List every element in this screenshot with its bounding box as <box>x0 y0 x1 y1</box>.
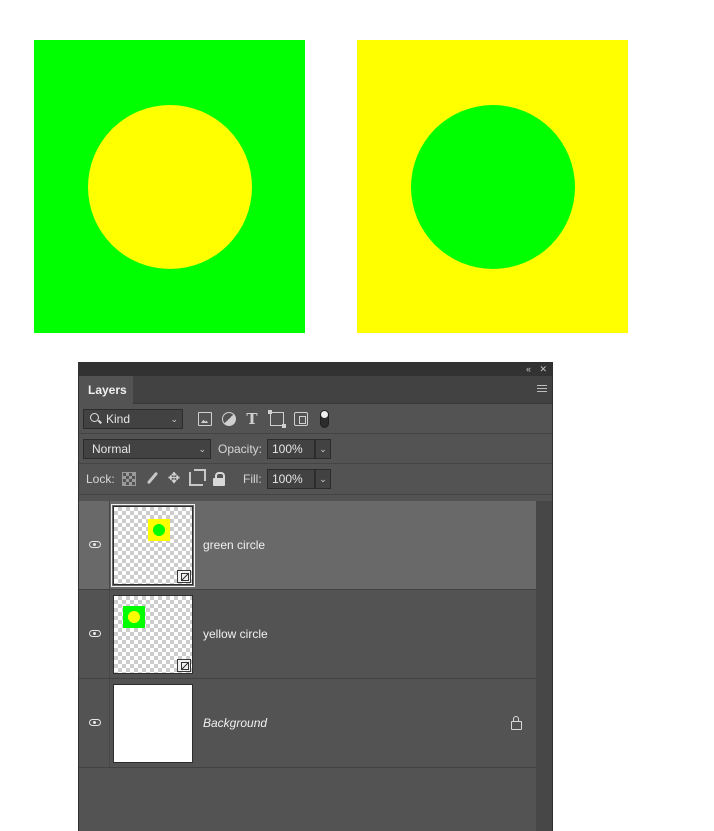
lock-label: Lock: <box>86 472 115 486</box>
visibility-toggle[interactable] <box>79 679 110 767</box>
layer-name[interactable]: yellow circle <box>203 626 268 642</box>
layer-name[interactable]: green circle <box>203 537 265 553</box>
layer-name[interactable]: Background <box>203 715 267 731</box>
filter-row: Kind ⌄ T <box>79 404 552 434</box>
smart-object-badge-icon <box>177 659 191 672</box>
eye-icon <box>89 630 101 637</box>
lock-artboard-icon[interactable] <box>189 469 206 486</box>
lock-transparent-pixels-icon[interactable] <box>122 472 136 486</box>
fill-value: 100% <box>272 472 303 486</box>
lock-position-icon[interactable]: ✥ <box>167 471 181 486</box>
lock-icon <box>511 716 522 730</box>
close-icon[interactable]: ✕ <box>539 363 547 376</box>
chevron-down-icon: ⌄ <box>170 414 178 424</box>
fill-label: Fill: <box>243 472 262 486</box>
type-layer-filter-icon[interactable]: T <box>245 412 259 427</box>
smart-object-badge-icon <box>177 570 191 583</box>
lock-row: Lock: ✥ Fill: 100% ⌄ <box>79 464 552 495</box>
blend-mode-value: Normal <box>92 442 131 456</box>
layer-thumbnail <box>113 684 193 763</box>
panel-tab-bar: Layers <box>79 376 552 404</box>
visibility-toggle[interactable] <box>79 590 110 678</box>
layer-thumbnail <box>113 595 193 674</box>
artwork-yellow-square <box>357 40 628 333</box>
scrollbar[interactable] <box>536 501 552 831</box>
shape-layer-filter-icon[interactable] <box>268 410 286 428</box>
search-icon <box>90 413 99 422</box>
tab-layers[interactable]: Layers <box>79 376 133 404</box>
fill-input[interactable]: 100% ⌄ <box>267 469 331 489</box>
double-chevron-left-icon[interactable]: ‹‹ <box>526 363 531 376</box>
layer-row-yellow-circle[interactable]: yellow circle <box>79 590 536 679</box>
hamburger-menu-icon[interactable] <box>537 385 547 393</box>
photoshop-workspace: ‹‹ ✕ Layers Kind ⌄ T Normal ⌄ Opacity: 1… <box>0 0 714 831</box>
layers-list: green circle yellow circle Background <box>79 501 536 768</box>
filter-toggle-switch[interactable] <box>320 410 329 428</box>
blend-mode-select[interactable]: Normal ⌄ <box>83 439 211 459</box>
filter-kind-label: Kind <box>106 412 131 426</box>
eye-icon <box>89 719 101 726</box>
visibility-toggle[interactable] <box>79 501 110 589</box>
adjustment-layer-filter-icon[interactable] <box>222 412 236 426</box>
thumbnail-yellow-square <box>148 519 170 541</box>
smart-object-filter-icon[interactable] <box>294 412 308 426</box>
chevron-down-icon: ⌄ <box>198 444 206 454</box>
layer-thumbnail <box>111 504 195 587</box>
filter-kind-select[interactable]: Kind ⌄ <box>83 409 183 429</box>
blend-row: Normal ⌄ Opacity: 100% ⌄ <box>79 434 552 464</box>
pixel-layer-filter-icon[interactable] <box>198 412 212 426</box>
layer-row-green-circle[interactable]: green circle <box>79 501 536 590</box>
eye-icon <box>89 541 101 548</box>
opacity-input[interactable]: 100% ⌄ <box>267 439 331 459</box>
panel-title-bar[interactable]: ‹‹ ✕ <box>79 363 552 376</box>
layers-panel: ‹‹ ✕ Layers Kind ⌄ T Normal ⌄ Opacity: 1… <box>78 362 553 831</box>
chevron-down-icon[interactable]: ⌄ <box>315 469 331 489</box>
opacity-label: Opacity: <box>218 442 263 456</box>
artwork-yellow-circle <box>88 105 252 269</box>
artwork-green-circle <box>411 105 575 269</box>
opacity-value: 100% <box>272 442 303 456</box>
lock-all-icon[interactable] <box>212 472 226 486</box>
chevron-down-icon[interactable]: ⌄ <box>315 439 331 459</box>
thumbnail-green-square <box>123 606 145 628</box>
lock-image-pixels-icon[interactable] <box>145 472 159 486</box>
layer-row-background[interactable]: Background <box>79 679 536 768</box>
artwork-green-square <box>34 40 305 333</box>
